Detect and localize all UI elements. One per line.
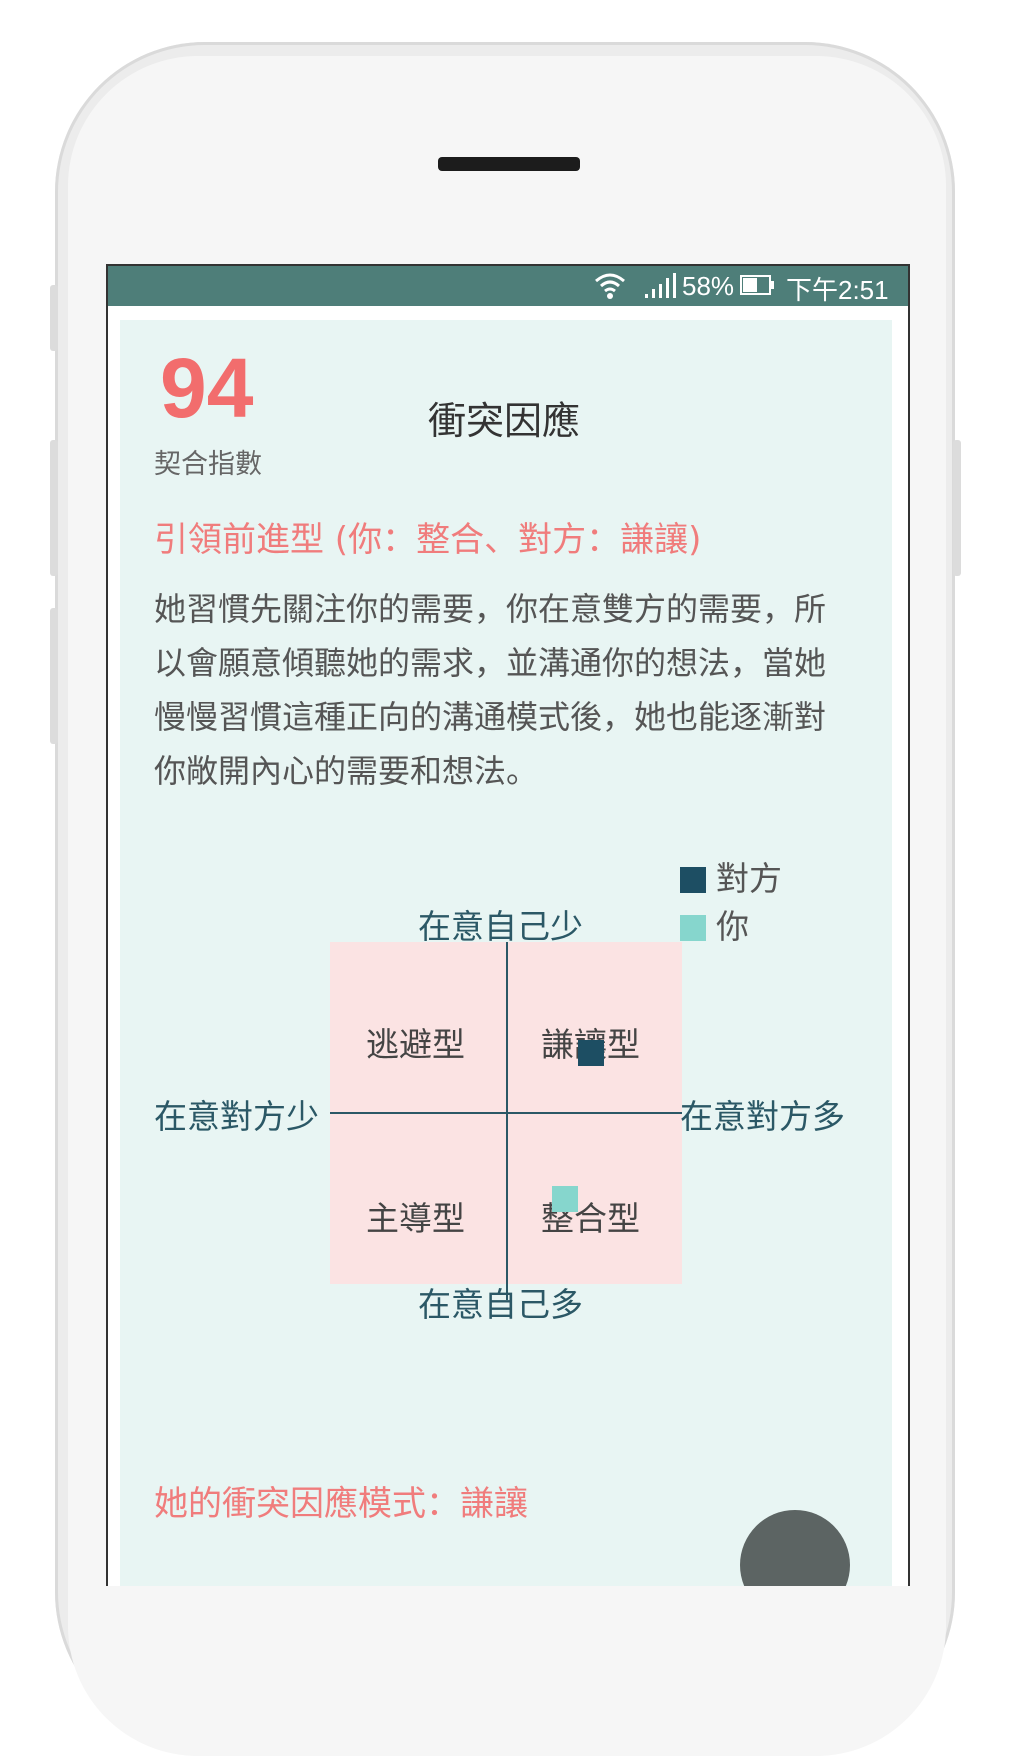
legend-label-other: 對方	[716, 859, 782, 898]
vertical-axis	[506, 942, 508, 1300]
result-type-heading: 引領前進型 (你：整合、對方：謙讓)	[154, 520, 702, 560]
axis-label-bottom: 在意自己多	[418, 1285, 583, 1324]
marker-other	[578, 1040, 604, 1066]
result-card: 94 契合指數 衝突因應 引領前進型 (你：整合、對方：謙讓) 她習慣先關注你的…	[120, 320, 892, 1586]
wifi-icon	[595, 273, 625, 299]
her-conflict-mode: 她的衝突因應模式：謙讓	[154, 1484, 528, 1524]
legend-swatch-you	[680, 915, 706, 941]
fab-button[interactable]	[740, 1510, 850, 1586]
phone-power-button	[953, 440, 961, 576]
legend-item-other: 對方	[680, 852, 782, 900]
quadrant-chart: 逃避型 謙讓型 主導型 整合型	[330, 942, 682, 1300]
legend-label-you: 你	[716, 907, 749, 946]
status-bar: 58% 下午2:51	[108, 266, 908, 306]
match-score-label: 契合指數	[154, 449, 262, 480]
horizontal-axis	[330, 1112, 682, 1114]
battery-icon	[740, 275, 774, 295]
battery-percentage: 58%	[682, 271, 735, 301]
phone-volume-down	[50, 608, 58, 744]
chart-legend: 對方 你	[680, 852, 892, 948]
status-clock: 下午2:51	[786, 275, 889, 305]
axis-label-right: 在意對方多	[680, 1097, 845, 1136]
page-title: 衝突因應	[428, 399, 581, 443]
signal-icon	[645, 273, 676, 298]
quadrant-label-avoid: 逃避型	[366, 1025, 465, 1064]
phone-speaker	[438, 157, 580, 171]
result-description: 她習慣先關注你的需要，你在意雙方的需要，所以會願意傾聽她的需求，並溝通你的想法，…	[154, 590, 827, 790]
marker-you	[552, 1186, 578, 1212]
quadrant-label-dominate: 主導型	[366, 1199, 465, 1238]
match-score: 94	[160, 341, 254, 435]
legend-item-you: 你	[680, 900, 749, 948]
legend-swatch-other	[680, 867, 706, 893]
phone-screen: 58% 下午2:51 94 契合指數 衝突因應 引領前進型 (你：整合、對方：謙…	[106, 264, 910, 1586]
axis-label-top: 在意自己少	[418, 907, 583, 946]
axis-label-left: 在意對方少	[154, 1097, 319, 1136]
phone-volume-up	[50, 440, 58, 576]
phone-mute-switch	[50, 285, 58, 351]
